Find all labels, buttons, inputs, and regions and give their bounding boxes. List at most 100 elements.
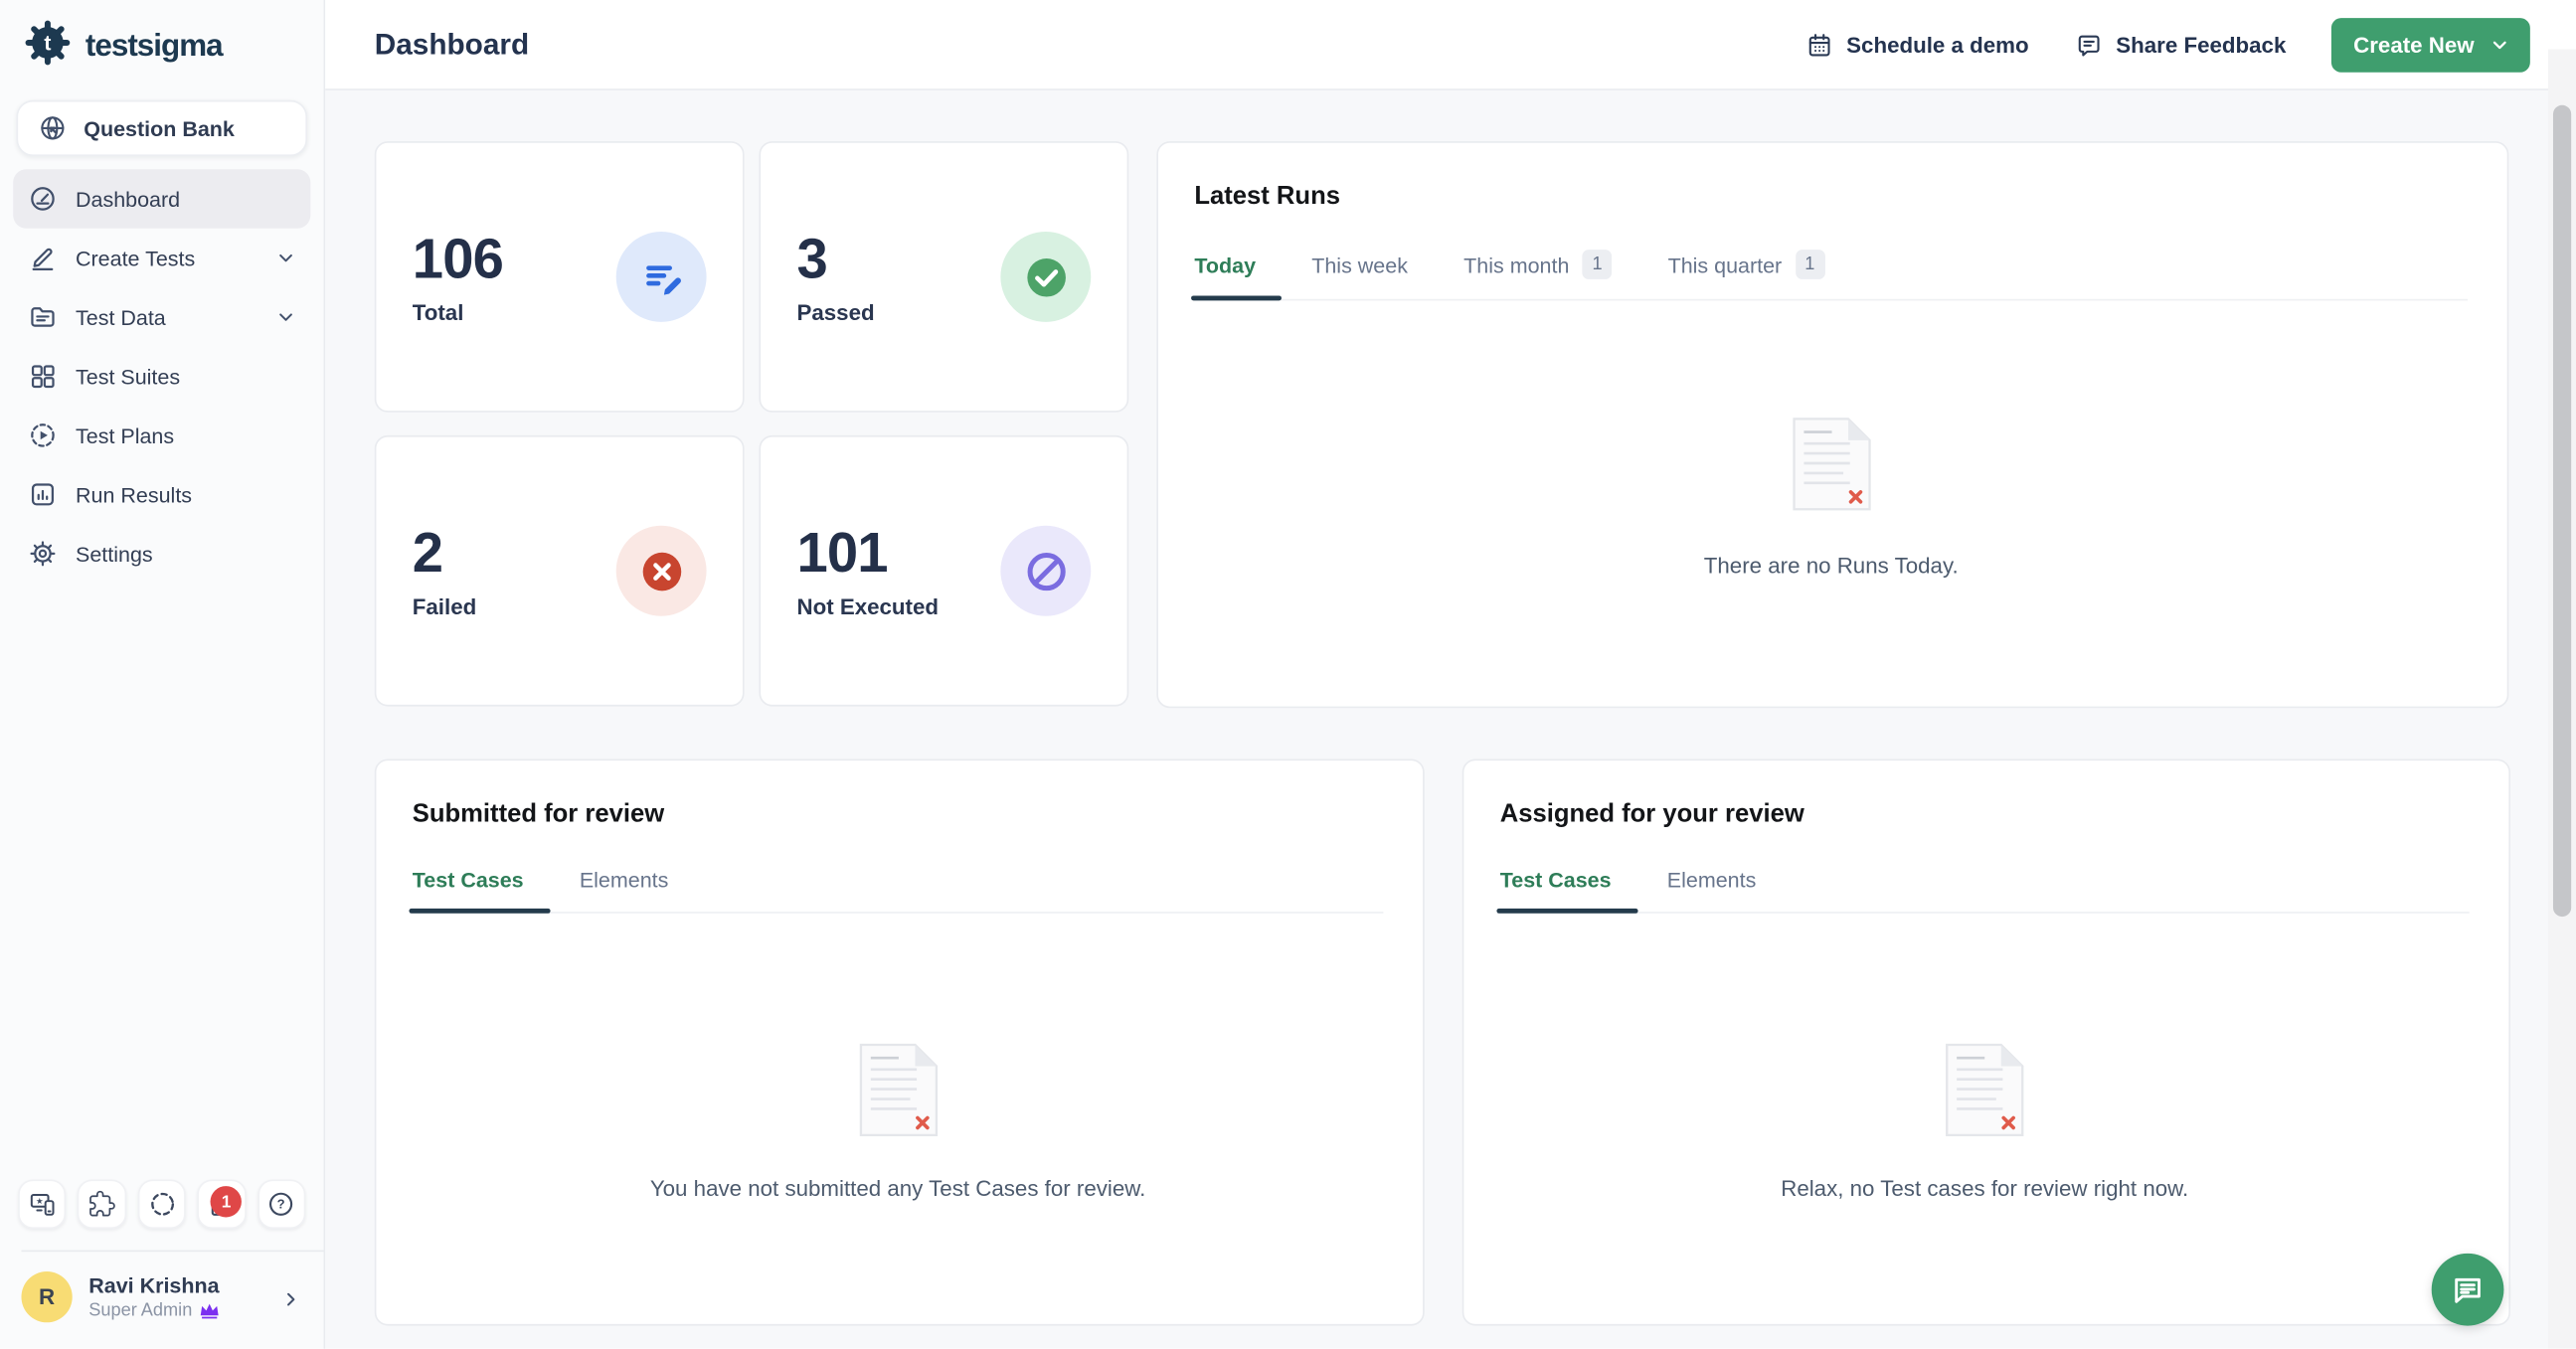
brand-wordmark: testsigma — [86, 29, 223, 65]
chevron-down-icon — [276, 307, 296, 327]
sidebar-item-label: Settings — [76, 541, 153, 566]
chat-fab-button[interactable] — [2432, 1254, 2504, 1326]
latest-runs-panel: Latest Runs Today This week This month 1… — [1156, 141, 2508, 708]
user-role: Super Admin — [88, 1300, 192, 1320]
plugins-button[interactable] — [78, 1179, 126, 1229]
devices-button[interactable]: ★ — [18, 1179, 67, 1229]
user-name: Ravi Krishna — [88, 1273, 220, 1300]
sidebar-tool-row: ★ — [0, 1179, 324, 1229]
scrollbar-thumb[interactable] — [2553, 105, 2571, 917]
tab-elements[interactable]: Elements — [580, 868, 669, 913]
not-executed-count: 101 — [796, 522, 939, 586]
ban-icon — [1000, 526, 1091, 616]
help-circle-icon: ? — [266, 1189, 296, 1219]
x-circle-icon — [616, 526, 707, 616]
tab-test-cases[interactable]: Test Cases — [1500, 868, 1612, 913]
dashed-circle-icon — [147, 1189, 177, 1219]
schedule-demo-link[interactable]: Schedule a demo — [1805, 31, 2029, 59]
grid-squares-icon — [28, 362, 58, 392]
sidebar-footer: ★ — [0, 1179, 324, 1348]
bar-chart-icon — [28, 480, 58, 510]
failed-count: 2 — [413, 522, 476, 586]
brand-logo[interactable]: t testsigma — [0, 0, 324, 90]
feedback-bubble-icon — [2075, 31, 2103, 59]
stat-card-failed[interactable]: 2 Failed — [375, 435, 745, 707]
dashboard-gauge-icon — [28, 184, 58, 214]
latest-runs-title: Latest Runs — [1194, 182, 2468, 212]
sidebar-item-label: Test Data — [76, 305, 166, 330]
sidebar-item-label: Question Bank — [84, 116, 235, 141]
passed-label: Passed — [796, 300, 874, 325]
puzzle-icon — [87, 1189, 117, 1219]
notifications-button[interactable]: 1 — [198, 1179, 247, 1229]
sidebar-item-label: Run Results — [76, 482, 192, 507]
sidebar-item-dashboard[interactable]: Dashboard — [13, 169, 310, 228]
tab-count-badge: 1 — [1795, 250, 1824, 279]
sidebar-nav: Dashboard Create Tests — [0, 169, 324, 583]
tab-this-quarter[interactable]: This quarter 1 — [1668, 250, 1825, 299]
sidebar: t testsigma Question Bank — [0, 0, 325, 1349]
sidebar-item-create-tests[interactable]: Create Tests — [13, 229, 310, 287]
globe-arrow-icon — [38, 113, 68, 143]
crown-icon — [199, 1301, 220, 1319]
check-circle-icon — [1000, 232, 1091, 322]
chat-bubble-icon — [2450, 1271, 2486, 1307]
scrollbar-gutter — [2548, 0, 2576, 1349]
empty-document-icon — [1792, 416, 1870, 511]
gear-icon — [28, 539, 58, 569]
failed-label: Failed — [413, 594, 476, 619]
devices-icon: ★ — [28, 1189, 58, 1219]
latest-runs-empty-text: There are no Runs Today. — [1704, 554, 1959, 579]
sidebar-item-label: Create Tests — [76, 246, 195, 270]
create-new-button[interactable]: Create New — [2332, 17, 2530, 72]
svg-text:?: ? — [277, 1197, 285, 1212]
user-profile[interactable]: R Ravi Krishna Super Admin — [0, 1252, 324, 1348]
submitted-title: Submitted for review — [413, 800, 1384, 830]
stat-card-total[interactable]: 106 Total — [375, 141, 745, 413]
tab-test-cases[interactable]: Test Cases — [413, 868, 524, 913]
sidebar-item-test-plans[interactable]: Test Plans — [13, 406, 310, 464]
tab-this-week[interactable]: This week — [1311, 250, 1408, 299]
sidebar-item-question-bank[interactable]: Question Bank — [17, 100, 307, 156]
scrollbar-track[interactable] — [2548, 50, 2576, 1349]
sidebar-item-label: Dashboard — [76, 187, 180, 212]
pen-icon — [28, 244, 58, 273]
passed-count: 3 — [796, 229, 874, 292]
tab-this-month[interactable]: This month 1 — [1463, 250, 1612, 299]
not-executed-label: Not Executed — [796, 594, 939, 619]
stat-card-not-executed[interactable]: 101 Not Executed — [759, 435, 1128, 707]
sidebar-item-settings[interactable]: Settings — [13, 524, 310, 583]
empty-document-icon — [1946, 1042, 2024, 1137]
tab-count-badge: 1 — [1583, 250, 1613, 279]
sidebar-item-test-suites[interactable]: Test Suites — [13, 347, 310, 406]
sync-button[interactable] — [138, 1179, 187, 1229]
chevron-down-icon — [2490, 36, 2508, 54]
app-window: t testsigma Question Bank — [0, 0, 2576, 1349]
testsigma-gear-logo-icon: t — [25, 20, 71, 75]
tab-today[interactable]: Today — [1194, 250, 1256, 299]
stat-card-passed[interactable]: 3 Passed — [759, 141, 1128, 413]
calendar-icon — [1805, 31, 1833, 59]
assigned-tabs: Test Cases Elements — [1500, 868, 2470, 914]
playlist-edit-icon — [616, 232, 707, 322]
play-dashed-circle-icon — [28, 421, 58, 450]
assigned-empty-text: Relax, no Test cases for review right no… — [1781, 1176, 2188, 1201]
sidebar-item-test-data[interactable]: Test Data — [13, 287, 310, 346]
tab-elements[interactable]: Elements — [1667, 868, 1757, 913]
avatar: R — [21, 1271, 72, 1322]
total-count: 106 — [413, 229, 503, 292]
empty-document-icon — [858, 1042, 937, 1137]
main-content: 106 Total 3 Passed — [325, 90, 2548, 1349]
svg-text:t: t — [44, 32, 51, 55]
chevron-right-icon[interactable] — [281, 1287, 301, 1307]
top-header: Dashboard Schedule a demo Shar — [325, 0, 2548, 90]
help-button[interactable]: ? — [258, 1179, 306, 1229]
submitted-review-panel: Submitted for review Test Cases Elements — [375, 759, 1425, 1325]
submitted-empty-text: You have not submitted any Test Cases fo… — [650, 1176, 1146, 1201]
notification-badge: 1 — [211, 1186, 242, 1217]
folder-data-icon — [28, 302, 58, 332]
sidebar-item-run-results[interactable]: Run Results — [13, 465, 310, 524]
latest-runs-tabs: Today This week This month 1 This quarte… — [1194, 250, 2468, 300]
assigned-title: Assigned for your review — [1500, 800, 2470, 830]
share-feedback-link[interactable]: Share Feedback — [2075, 31, 2286, 59]
